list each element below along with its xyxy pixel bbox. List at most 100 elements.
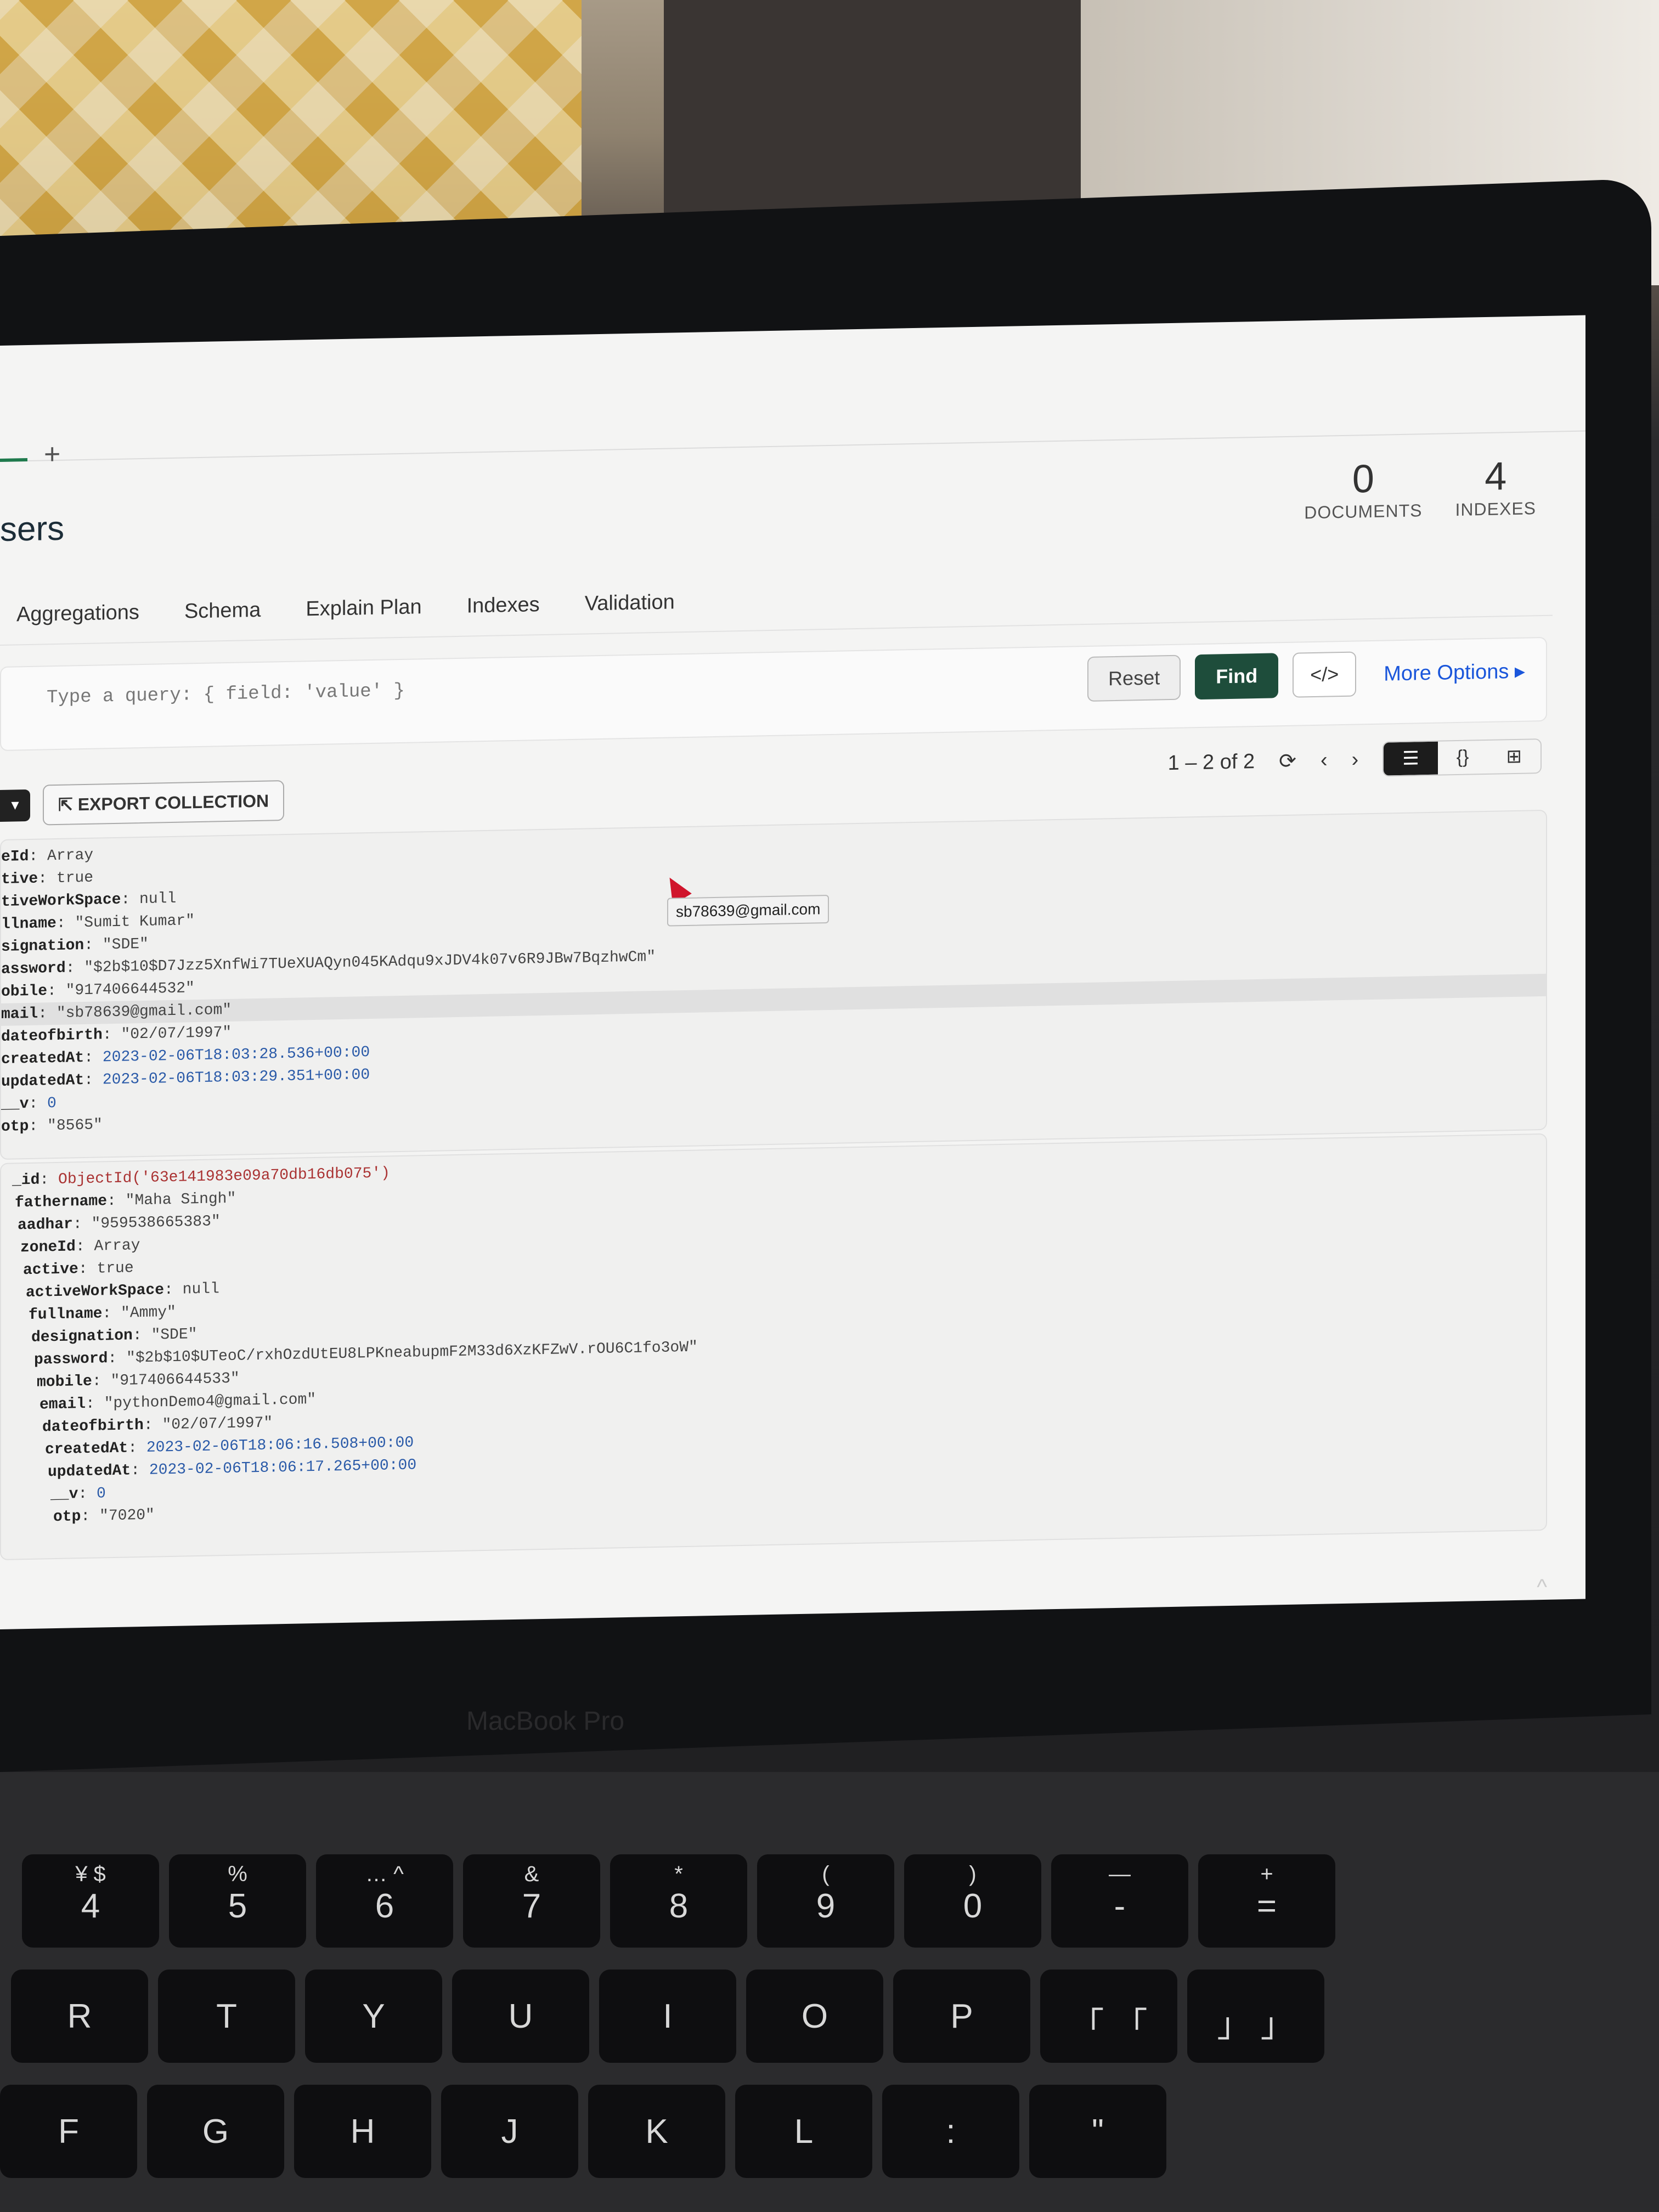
keyboard-key[interactable]: — - (1051, 1854, 1188, 1948)
field-separator: : (40, 1171, 59, 1189)
chevron-up-icon[interactable]: ^ (1537, 1575, 1547, 1600)
field-separator: : (29, 848, 48, 865)
export-collection-button[interactable]: ⇱ EXPORT COLLECTION (43, 780, 285, 826)
key-shift-label: — (1109, 1862, 1131, 1886)
key-label: 5 (228, 1887, 247, 1925)
keyboard-key[interactable]: G (147, 2085, 284, 2178)
field-separator: : (102, 1026, 121, 1044)
keyboard: ¥ $4% 5… ^ 6 & 7 * 8(9) 0— - + = R T Y U I O P 「 「」 」 F G H J K… (0, 1772, 1659, 2212)
field-key: tiveWorkSpace (1, 891, 121, 911)
key-label: K (645, 2113, 668, 2151)
keyboard-key[interactable]: F (0, 2085, 137, 2178)
keyboard-key[interactable]: + = (1198, 1854, 1335, 1948)
key-label: L (794, 2113, 814, 2151)
field-separator: : (84, 1049, 103, 1067)
tab-validation[interactable]: Validation (585, 590, 675, 616)
more-options-link[interactable]: More Options ▸ (1384, 658, 1525, 686)
json-view-icon[interactable]: {} (1438, 741, 1488, 775)
keyboard-key[interactable]: R (11, 1970, 148, 2063)
indexes-count: 4 (1485, 454, 1507, 499)
field-key: signation (1, 937, 84, 956)
pagination-text: 1 – 2 of 2 (1167, 749, 1255, 775)
key-label: P (950, 1997, 973, 2035)
field-separator: : (108, 1350, 127, 1368)
keyboard-key[interactable]: T (158, 1970, 295, 2063)
key-label: 4 (81, 1887, 100, 1925)
field-key: __v (1, 1095, 29, 1113)
keyboard-key[interactable]: H (294, 2085, 431, 2178)
field-separator: : (132, 1327, 151, 1345)
more-options-label: More Options (1384, 659, 1509, 686)
collection-stats: 0 DOCUMENTS 4 INDEXES (1304, 453, 1536, 523)
keyboard-key[interactable]: K (588, 2085, 725, 2178)
field-value: "SDE" (102, 935, 149, 954)
key-label: O (801, 1997, 828, 2035)
keyboard-key[interactable]: % 5 (169, 1854, 306, 1948)
document-card[interactable]: _id: ObjectId('63e141983e09a70db16db075'… (0, 1133, 1547, 1560)
tab-schema[interactable]: Schema (184, 599, 261, 624)
key-label: 6 (375, 1887, 394, 1925)
field-separator: : (128, 1439, 146, 1457)
tab-indexes[interactable]: Indexes (467, 593, 540, 618)
tab-explain-plan[interactable]: Explain Plan (306, 595, 421, 621)
find-button[interactable]: Find (1195, 653, 1279, 700)
key-label: G (202, 2113, 229, 2151)
keyboard-key[interactable]: : (882, 2085, 1019, 2178)
keyboard-key[interactable]: U (452, 1970, 589, 2063)
keyboard-key[interactable]: Y (305, 1970, 442, 2063)
keyboard-key[interactable]: J (441, 2085, 578, 2178)
field-value: Array (94, 1237, 140, 1255)
field-value: 0 (47, 1095, 57, 1113)
keyboard-key[interactable]: 」 」 (1187, 1970, 1324, 2063)
keyboard-key[interactable]: (9 (757, 1854, 894, 1948)
keyboard-key[interactable]: ) 0 (904, 1854, 1041, 1948)
field-key: aadhar (18, 1216, 73, 1234)
field-value: 2023-02-06T18:06:17.265+00:00 (149, 1457, 417, 1479)
key-label: U (508, 1997, 533, 2035)
active-tab-indicator (0, 458, 27, 462)
add-tab-button[interactable]: + (44, 438, 60, 471)
field-separator: : (164, 1281, 183, 1299)
laptop-lid: + sers 0 DOCUMENTS 4 INDEXES Aggregation… (0, 178, 1659, 1773)
key-label: 7 (522, 1887, 541, 1925)
keyboard-key[interactable]: * 8 (610, 1854, 747, 1948)
documents-label: DOCUMENTS (1304, 500, 1423, 523)
refresh-icon[interactable]: ⟳ (1279, 748, 1296, 774)
key-label: 9 (816, 1887, 836, 1925)
table-view-icon[interactable]: ⊞ (1488, 740, 1541, 774)
keyboard-key[interactable]: … ^ 6 (316, 1854, 453, 1948)
field-value: 2023-02-06T18:03:29.351+00:00 (102, 1066, 370, 1089)
chevron-right-icon[interactable]: › (1352, 748, 1359, 771)
add-data-dropdown[interactable]: ▼ (0, 789, 30, 822)
keyboard-key[interactable]: & 7 (463, 1854, 600, 1948)
keyboard-key[interactable]: O (746, 1970, 883, 2063)
document-card[interactable]: eId: Array tive: true tiveWorkSpace: null l… (0, 809, 1547, 1160)
field-separator: : (78, 1485, 97, 1503)
indexes-label: INDEXES (1455, 498, 1536, 520)
keyboard-key[interactable]: I (599, 1970, 736, 2063)
tab-aggregations[interactable]: Aggregations (16, 601, 139, 627)
field-separator: : (29, 1118, 48, 1135)
key-shift-label: ¥ $ (75, 1862, 106, 1886)
keyboard-key[interactable]: L (735, 2085, 872, 2178)
field-separator: : (78, 1260, 97, 1278)
key-label: J (501, 2113, 518, 2151)
field-value: "Sumit Kumar" (75, 912, 195, 932)
keyboard-key[interactable]: " (1029, 2085, 1166, 2178)
keyboard-key[interactable]: ¥ $4 (22, 1854, 159, 1948)
key-shift-label: ) (969, 1862, 977, 1886)
field-key: dateofbirth (42, 1417, 144, 1436)
field-key: createdAt (45, 1440, 128, 1459)
field-value: 2023-02-06T18:03:28.536+00:00 (102, 1044, 370, 1066)
key-label: 「 「 (1070, 2006, 1148, 2044)
keyboard-key[interactable]: 「 「 (1040, 1970, 1177, 2063)
field-key: fullname (29, 1305, 103, 1324)
laptop-brand-label: MacBook Pro (466, 1707, 625, 1736)
list-view-icon[interactable]: ☰ (1384, 741, 1438, 776)
reset-button[interactable]: Reset (1087, 654, 1181, 702)
query-buttons: Reset Find </> More Options ▸ (1087, 648, 1525, 702)
chevron-left-icon[interactable]: ‹ (1321, 748, 1328, 772)
code-view-button[interactable]: </> (1293, 651, 1357, 698)
keyboard-key[interactable]: P (893, 1970, 1030, 2063)
field-value: "Ammy" (121, 1304, 176, 1322)
